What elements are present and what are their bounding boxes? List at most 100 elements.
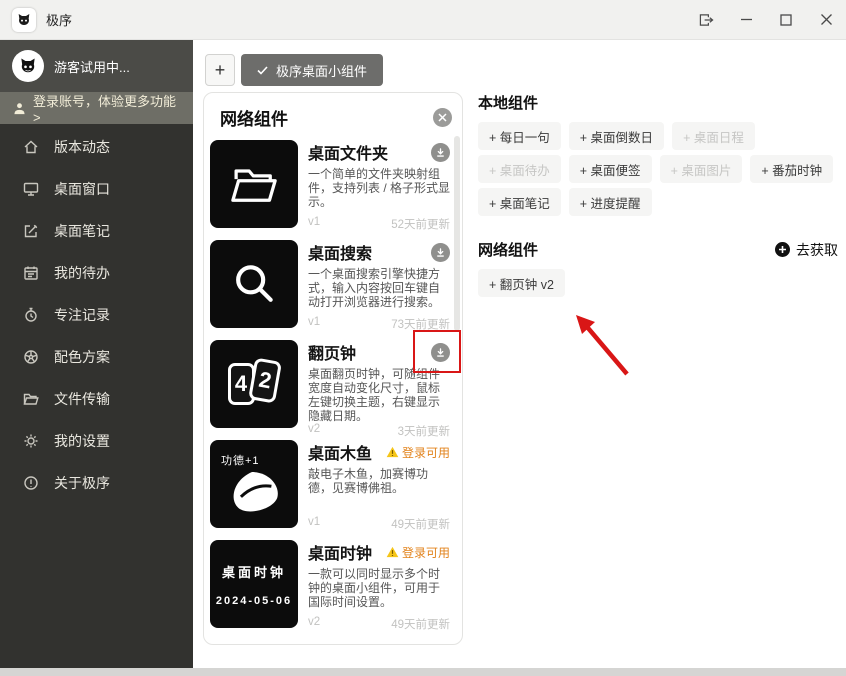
sidebar-item-focus-records[interactable]: 专注记录 [0,294,193,336]
chip-tomato-clock[interactable]: + 番茄时钟 [750,155,833,183]
card-updated: 73天前更新 [391,316,450,332]
card-description: 一个桌面搜索引擎快捷方式，输入内容按回车键自动打开浏览器进行搜索。 [308,267,450,309]
network-components-section: 网络组件 去获取 + 翻页钟 v2 [478,239,838,297]
main-area: + 极序桌面小组件 网络组件 [193,40,846,668]
chip-daily-quote[interactable]: + 每日一句 [478,122,561,150]
sidebar-item-my-todo[interactable]: 我的待办 [0,252,193,294]
person-icon [13,102,26,115]
gear-icon [22,433,40,449]
network-components-title: 网络组件 [478,239,538,260]
sidebar-nav: 版本动态 桌面窗口 桌面笔记 我的待办 专注记录 配色方案 [0,124,193,504]
login-required-badge: 登录可用 [386,444,450,461]
card-updated: 49天前更新 [391,616,450,632]
card-desktop-search: 桌面搜索 一个桌面搜索引擎快捷方式，输入内容按回车键自动打开浏览器进行搜索。 v… [210,240,450,332]
maximize-button[interactable] [766,0,806,40]
chip-countdown-day[interactable]: + 桌面倒数日 [569,122,664,150]
chip-desktop-notes[interactable]: + 桌面笔记 [478,188,561,216]
clock-tile-icon: 桌面时钟 2024-05-06 [210,540,298,628]
card-desktop-clock: 桌面时钟 2024-05-06 桌面时钟 登录可用 一款可以同时显示多个 [210,540,450,632]
minimize-button[interactable] [726,0,766,40]
home-icon [22,139,40,155]
card-updated: 52天前更新 [391,216,450,232]
user-name: 游客试用中... [54,57,130,76]
card-title: 桌面时钟 [308,540,372,564]
local-components-section: 本地组件 + 每日一句 + 桌面倒数日 + 桌面日程 + 桌面待办 + 桌面便签… [478,92,838,216]
download-button[interactable] [431,243,450,262]
chip-progress-reminder[interactable]: + 进度提醒 [569,188,652,216]
chip-desktop-image[interactable]: + 桌面图片 [660,155,743,183]
chip-desktop-todo[interactable]: + 桌面待办 [478,155,561,183]
sidebar-item-color-scheme[interactable]: 配色方案 [0,336,193,378]
check-icon [257,66,268,75]
login-required-badge: 登录可用 [386,544,450,561]
warning-icon [386,546,399,558]
stopwatch-icon [22,307,40,323]
sidebar-item-version-news[interactable]: 版本动态 [0,126,193,168]
card-title: 桌面木鱼 [308,440,372,464]
card-description: 一款可以同时显示多个时钟的桌面小组件，可用于国际时间设置。 [308,567,450,609]
card-title: 桌面搜索 [308,240,372,264]
sidebar-item-my-settings[interactable]: 我的设置 [0,420,193,462]
login-banner[interactable]: 登录账号，体验更多功能 > [0,92,193,124]
folder-icon [22,391,40,407]
card-description: 一个简单的文件夹映射组件，支持列表 / 格子形式显示。 [308,167,450,209]
card-flip-clock: 4 2 翻页钟 桌面翻页时钟，可随组件宽度自动变化尺寸，鼠标左键切换主题，右键显… [210,340,450,432]
woodenfish-tile-icon: 功德+1 [210,440,298,528]
monitor-icon [22,181,40,197]
card-desktop-folder: 桌面文件夹 一个简单的文件夹映射组件，支持列表 / 格子形式显示。 v1 52天… [210,140,450,232]
user-profile[interactable]: 游客试用中... [0,40,193,92]
card-updated: 49天前更新 [391,516,450,532]
download-button[interactable] [431,143,450,162]
chip-flip-clock-v2[interactable]: + 翻页钟 v2 [478,269,565,297]
warning-icon [386,446,399,458]
close-button[interactable] [806,0,846,40]
color-wheel-icon [22,349,40,365]
download-button[interactable] [431,343,450,362]
login-text: 登录账号，体验更多功能 > [33,91,180,125]
app-logo-icon [12,8,36,32]
info-icon [22,475,40,491]
sidebar-item-desktop-notes[interactable]: 桌面笔记 [0,210,193,252]
note-edit-icon [22,223,40,239]
right-panel: 本地组件 + 每日一句 + 桌面倒数日 + 桌面日程 + 桌面待办 + 桌面便签… [478,92,838,297]
clock-tile-date: 2024-05-06 [216,595,292,607]
tabbar: + 极序桌面小组件 [193,40,846,88]
add-tab-button[interactable]: + [205,54,235,86]
window-bottom-edge [0,668,846,676]
flipclock-tile-icon: 4 2 [210,340,298,428]
card-version: v1 [308,516,320,532]
panel-title: 网络组件 [220,105,288,130]
card-wooden-fish: 功德+1 桌面木鱼 登录可用 敲电子木鱼，加赛博功德，见赛博佛祖。 [210,440,450,532]
card-title: 桌面文件夹 [308,140,388,164]
card-version: v2 [308,423,320,439]
get-more-label: 去获取 [796,240,838,260]
search-tile-icon [210,240,298,328]
sidebar-item-file-transfer[interactable]: 文件传输 [0,378,193,420]
folder-tile-icon [210,140,298,228]
chip-desktop-sticky[interactable]: + 桌面便签 [569,155,652,183]
sidebar-item-desktop-window[interactable]: 桌面窗口 [0,168,193,210]
chip-desktop-schedule[interactable]: + 桌面日程 [672,122,755,150]
network-components-panel: 网络组件 桌面文件夹 [203,92,463,645]
card-version: v2 [308,616,320,632]
popout-icon[interactable] [686,0,726,40]
get-more-button[interactable]: 去获取 [775,240,838,260]
card-updated: 3天前更新 [398,423,450,439]
avatar [12,50,44,82]
card-description: 敲电子木鱼，加赛博功德，见赛博佛祖。 [308,467,450,495]
local-components-title: 本地组件 [478,92,538,113]
card-version: v1 [308,216,320,232]
sidebar-item-about[interactable]: 关于极序 [0,462,193,504]
card-title: 翻页钟 [308,340,356,364]
card-version: v1 [308,316,320,332]
panel-scrollbar[interactable] [454,136,460,331]
clock-tile-title: 桌面时钟 [216,562,292,581]
calendar-icon [22,265,40,281]
titlebar: 极序 [0,0,846,40]
window-title: 极序 [46,10,72,29]
tab-jixu-widgets[interactable]: 极序桌面小组件 [241,54,383,86]
app-window: 极序 游客试用中... 登录账 [0,0,846,676]
plus-circle-icon [775,242,790,257]
panel-close-icon[interactable] [433,108,452,127]
local-chips: + 每日一句 + 桌面倒数日 + 桌面日程 + 桌面待办 + 桌面便签 + 桌面… [478,122,838,216]
